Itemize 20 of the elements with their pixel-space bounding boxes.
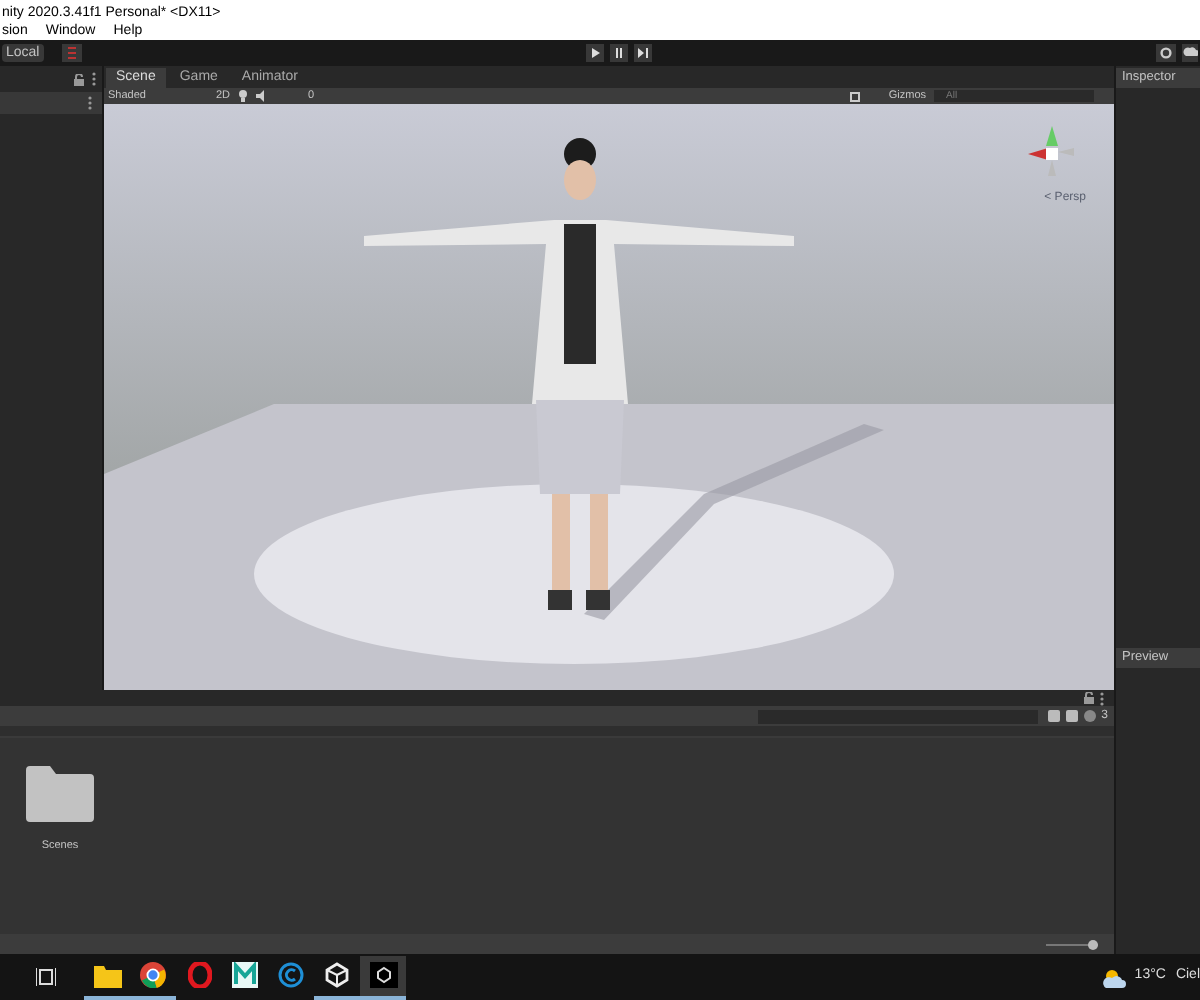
- lock-icon[interactable]: [1084, 692, 1094, 704]
- weather-icon[interactable]: [1102, 967, 1127, 987]
- cloud-icon[interactable]: [1182, 44, 1199, 62]
- folder-icon[interactable]: [26, 766, 94, 822]
- ring-icon: [187, 962, 211, 988]
- app-icon: [232, 962, 258, 988]
- light-icon[interactable]: [238, 90, 249, 102]
- folder-icon: [93, 963, 121, 987]
- slider-thumb[interactable]: [1087, 939, 1098, 949]
- cube-icon: [369, 962, 397, 988]
- settings-icon[interactable]: [1156, 44, 1177, 62]
- cube-icon: [324, 962, 350, 988]
- step-icon[interactable]: [633, 44, 652, 62]
- play-icon[interactable]: [585, 44, 604, 62]
- taskbar-button[interactable]: [360, 955, 406, 999]
- pause-icon[interactable]: [609, 44, 628, 62]
- task-view-icon[interactable]: [36, 968, 56, 986]
- browser-icon: [140, 962, 166, 988]
- circle-app-icon: [278, 962, 304, 988]
- lock-icon[interactable]: [74, 73, 84, 85]
